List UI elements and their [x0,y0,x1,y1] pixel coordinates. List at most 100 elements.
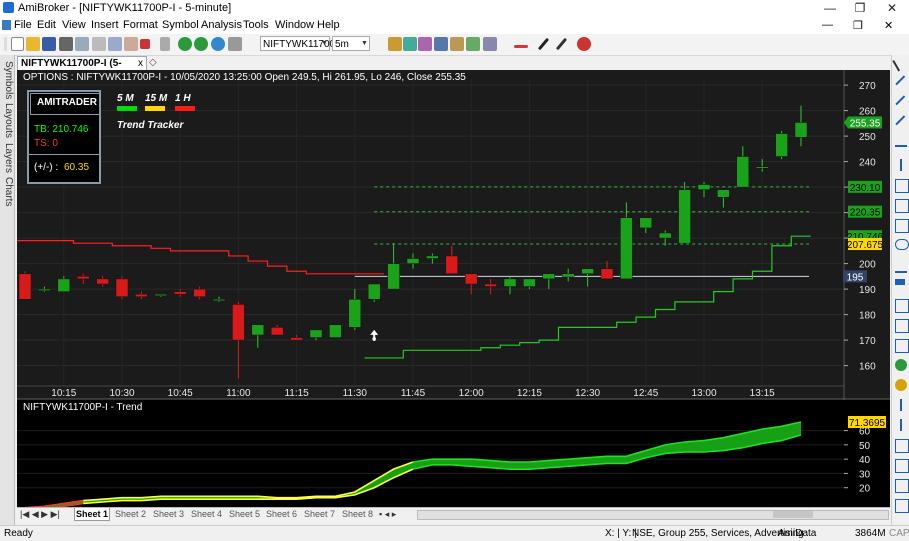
print-icon[interactable] [59,37,73,51]
zoom-out-icon[interactable] [895,379,907,391]
save-icon[interactable] [42,37,56,51]
scan-icon[interactable] [466,37,480,51]
magnet-icon[interactable] [895,459,909,473]
close-button[interactable]: ✕ [877,0,907,16]
time-axis-label: 13:15 [750,388,775,399]
sheet-tab-8[interactable]: Sheet 8 [342,508,373,520]
sheet-tab-7[interactable]: Sheet 7 [304,508,335,520]
close-tab-icon[interactable]: x [138,57,143,71]
chart-tool-icon[interactable] [388,37,402,51]
lock-icon[interactable] [895,479,909,493]
menu-tools[interactable]: Tools [243,19,269,31]
menu-view[interactable]: View [62,19,86,31]
scrollbar-thumb[interactable] [773,511,813,518]
tab-layers[interactable]: Layers [0,143,14,173]
ellipse-icon[interactable] [895,239,909,250]
horizontal-line-icon[interactable] [895,145,907,149]
fibonacci-icon[interactable] [895,199,909,213]
rectangle-icon[interactable] [895,219,909,233]
print-preview-icon[interactable] [75,37,89,51]
paste-icon[interactable] [124,37,138,51]
sheet-tab-6[interactable]: Sheet 6 [266,508,297,520]
gann-icon[interactable] [895,279,905,285]
interval-combo[interactable]: 5m ▼ [332,36,370,51]
formula-icon[interactable] [418,37,432,51]
new-icon[interactable] [11,37,24,51]
mdi-minimize-button[interactable]: — [822,19,833,31]
ray-icon[interactable] [895,95,907,107]
arc-icon[interactable] [895,259,907,273]
pencil-icon[interactable] [537,37,550,51]
report-icon[interactable] [483,37,497,51]
cursor-icon[interactable] [892,58,903,72]
maximize-button[interactable]: ❐ [845,0,875,16]
refresh-icon[interactable] [211,37,225,51]
mdi-close-button[interactable]: ✕ [884,19,893,32]
info-divider [29,154,99,155]
sheet-tab-2[interactable]: Sheet 2 [115,508,146,520]
extended-line-icon[interactable] [895,115,907,127]
sheet-tab-4[interactable]: Sheet 4 [191,508,222,520]
candle-down [600,268,614,280]
document-icon[interactable] [2,20,11,30]
chart-document-tab[interactable]: NIFTYWK11700P-I (5-minute) x [17,56,147,83]
menu-analysis[interactable]: Analysis [201,19,242,31]
pitchfork-icon[interactable] [895,319,909,333]
tab-layouts[interactable]: Layouts [0,103,14,138]
tab-charts[interactable]: Charts [0,177,14,206]
sheet-tab-5[interactable]: Sheet 5 [229,508,260,520]
candle-up [755,166,769,169]
cycle-icon[interactable] [895,299,909,313]
pin-icon[interactable]: ◇ [149,57,157,68]
trendline-icon[interactable] [895,75,907,87]
forward-icon[interactable] [194,37,208,51]
menu-insert[interactable]: Insert [91,19,119,31]
mdi-restore-button[interactable]: ❐ [853,19,863,32]
line-tool-icon[interactable] [555,37,568,51]
chevron-down-icon[interactable]: ▼ [360,37,369,50]
copy-icon[interactable] [108,37,122,51]
channel-icon[interactable] [895,179,909,193]
price-chart-svg[interactable]: 270260250240230220210200190180170160255.… [17,70,890,507]
vertical-line-icon[interactable] [900,159,904,171]
back-icon[interactable] [178,37,192,51]
menu-edit[interactable]: Edit [37,19,56,31]
sheet-nav-icons[interactable]: |◀ ◀ ▶ ▶| [20,508,60,520]
horizontal-scrollbar[interactable] [417,510,889,520]
menu-window[interactable]: Window [275,19,314,31]
chart-area[interactable]: 270260250240230220210200190180170160255.… [17,70,890,507]
menu-symbol[interactable]: Symbol [162,19,199,31]
select-icon[interactable] [160,37,170,51]
tb-value: TB: 210.746 [34,124,89,135]
candle-up [542,273,556,280]
delete-icon[interactable] [140,39,150,49]
zoom-in-icon[interactable] [895,359,907,371]
color-picker-icon[interactable] [514,45,528,48]
arrow-tool-icon[interactable] [900,419,904,431]
chevron-down-icon[interactable]: ▼ [320,37,329,50]
candle-up [212,299,226,302]
open-icon[interactable] [26,37,40,51]
measure-icon[interactable] [895,439,909,453]
text-tool-icon[interactable] [900,399,904,411]
regression-icon[interactable] [895,339,909,353]
eraser-icon[interactable] [577,37,591,51]
candle-up [775,133,788,157]
sheet-tab-3[interactable]: Sheet 3 [153,508,184,520]
candle-up [154,293,168,296]
cut-icon[interactable] [92,37,106,51]
menu-help[interactable]: Help [317,19,340,31]
minimize-button[interactable]: — [815,0,845,16]
menu-file[interactable]: File [14,19,32,31]
tab-symbols[interactable]: Symbols [0,61,14,99]
properties-icon[interactable] [895,499,909,513]
sheet-lock-icons[interactable]: ▪ ◂ ▸ [379,508,396,520]
menu-format[interactable]: Format [123,19,158,31]
sheet-tab-1[interactable]: Sheet 1 [74,508,110,521]
symbol-combo[interactable]: NIFTYWK11700 ▼ [260,36,335,51]
calendar-icon[interactable] [228,37,242,51]
analysis-icon[interactable] [450,37,464,51]
indicator-icon[interactable] [403,37,417,51]
percent-icon[interactable] [434,37,448,51]
trend-value-tag: 71.3695 [849,418,886,429]
